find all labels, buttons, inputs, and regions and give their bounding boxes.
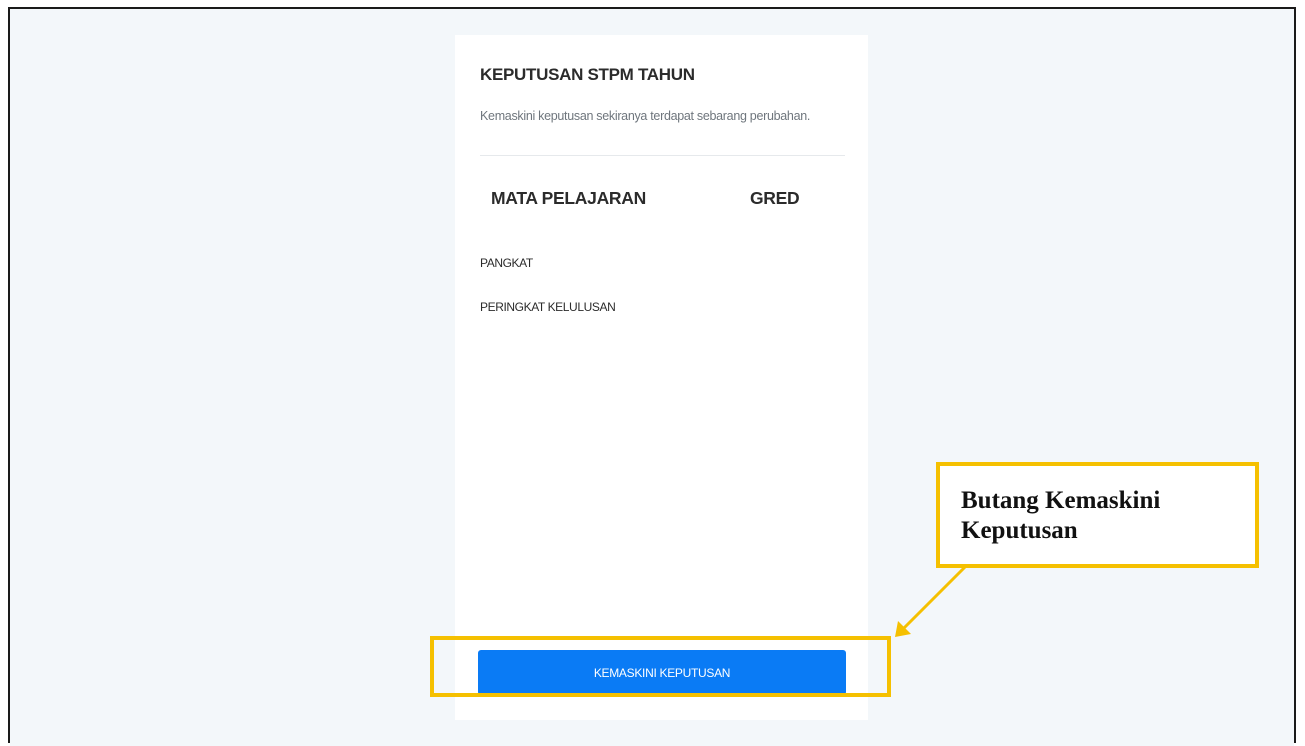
card-title: KEPUTUSAN STPM TAHUN bbox=[480, 65, 695, 84]
annotation-callout: Butang Kemaskini Keputusan bbox=[936, 462, 1259, 568]
callout-text: Butang Kemaskini Keputusan bbox=[961, 487, 1161, 544]
row-label-pass-level: PERINGKAT KELULUSAN bbox=[480, 300, 616, 314]
divider bbox=[480, 155, 845, 156]
row-label-rank: PANGKAT bbox=[480, 256, 533, 270]
column-header-subject: MATA PELAJARAN bbox=[491, 188, 646, 208]
column-header-grade: GRED bbox=[750, 188, 800, 208]
results-card: KEPUTUSAN STPM TAHUN Kemaskini keputusan… bbox=[455, 35, 868, 720]
card-subtitle: Kemaskini keputusan sekiranya terdapat s… bbox=[480, 109, 811, 123]
button-highlight-box bbox=[430, 636, 891, 697]
